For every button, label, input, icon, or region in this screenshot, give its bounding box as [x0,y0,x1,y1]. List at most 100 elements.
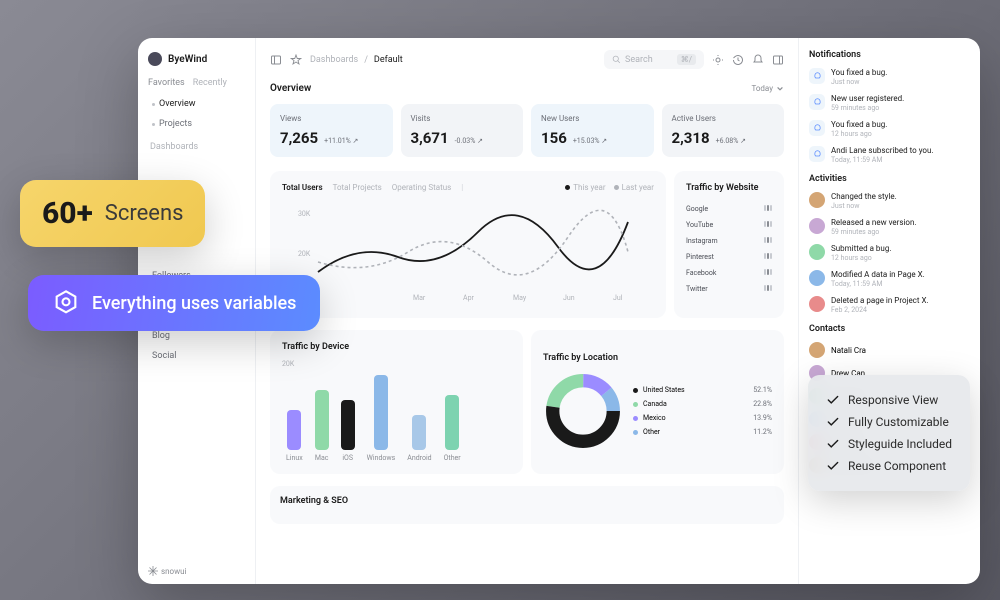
search-icon [612,55,621,64]
traffic-location-title: Traffic by Location [543,353,772,363]
screens-count: 60+ [42,196,93,231]
activity-avatar [809,218,825,234]
activity-item[interactable]: Changed the style.Just now [809,192,970,210]
location-row: Canada22.8% [633,397,772,411]
check-icon [826,437,840,451]
tab-operating-status[interactable]: Operating Status [392,183,451,192]
legend-last-year: Last year [614,183,654,192]
kpi-active-users[interactable]: Active Users2,318+6.08% ↗ [662,104,785,157]
footer-brand: snowui [148,566,186,576]
activities-title: Activities [809,174,970,184]
kpi-visits[interactable]: Visits3,671-0.03% ↗ [401,104,524,157]
variables-text: Everything uses variables [92,293,296,314]
hexagon-icon [52,289,80,317]
check-icon [826,393,840,407]
activity-item[interactable]: Released a new version.59 minutes ago [809,218,970,236]
traffic-row: Twitter [686,281,772,297]
traffic-row: Instagram [686,233,772,249]
svg-text:May: May [513,294,527,302]
total-users-chart: Total Users Total Projects Operating Sta… [270,171,666,318]
star-icon[interactable] [290,54,302,66]
sun-icon[interactable] [712,54,724,66]
notif-icon [809,146,825,162]
overview-header: Overview Today [270,83,784,94]
search-kbd: ⌘/ [677,54,696,65]
traffic-row: YouTube [686,217,772,233]
sidebar-section-dashboards: Dashboards [150,142,245,152]
kpi-new-users[interactable]: New Users156+15.03% ↗ [531,104,654,157]
device-bar: Windows [367,375,396,462]
activity-avatar [809,270,825,286]
tab-total-projects[interactable]: Total Projects [333,183,382,192]
activity-item[interactable]: Deleted a page in Project X.Feb 2, 2024 [809,296,970,314]
snowflake-icon [148,566,158,576]
traffic-row: Google [686,201,772,217]
chevron-down-icon [776,85,784,93]
activity-avatar [809,244,825,260]
sidebar-item-social[interactable]: Social [148,346,245,366]
right-panel: Notifications You fixed a bug.Just nowNe… [798,38,980,584]
notif-icon [809,68,825,84]
brand[interactable]: ByeWind [148,52,245,66]
feature-row: Reuse Component [826,455,952,477]
tab-recently[interactable]: Recently [193,78,227,88]
activity-avatar [809,192,825,208]
device-bar: Other [444,395,461,462]
svg-text:20K: 20K [298,250,311,258]
crumb-default[interactable]: Default [374,55,403,65]
device-bar: Linux [286,410,303,462]
traffic-device-card: Traffic by Device 20K LinuxMaciOSWindows… [270,330,523,474]
traffic-location-card: Traffic by Location United States52.1%Ca… [531,330,784,474]
kpi-views[interactable]: Views7,265+11.01% ↗ [270,104,393,157]
notification-item[interactable]: Andi Lane subscribed to you.Today, 11:59… [809,146,970,164]
notif-icon [809,120,825,136]
sidebar-item-projects[interactable]: Projects [148,114,245,134]
history-icon[interactable] [732,54,744,66]
line-chart: 30K 20K Mar Apr May Jun Jul [282,202,654,302]
device-bar: Android [407,415,431,462]
notif-icon [809,94,825,110]
legend-this-year: This year [565,183,605,192]
kpi-row: Views7,265+11.01% ↗ Visits3,671-0.03% ↗ … [270,104,784,157]
svg-text:Apr: Apr [463,294,474,302]
panel-right-icon[interactable] [772,54,784,66]
svg-text:Mar: Mar [413,294,426,302]
svg-text:Jun: Jun [563,294,575,302]
chart-tabs: Total Users Total Projects Operating Sta… [282,183,654,192]
traffic-row: Pinterest [686,249,772,265]
device-bar: Mac [315,390,329,462]
svg-text:30K: 30K [298,210,311,218]
contact-avatar [809,342,825,358]
date-filter[interactable]: Today [751,84,784,93]
notification-item[interactable]: New user registered.59 minutes ago [809,94,970,112]
contact-item[interactable]: Natali Cra [809,342,970,358]
breadcrumb: Dashboards / Default [310,55,403,65]
check-icon [826,459,840,473]
traffic-website-title: Traffic by Website [686,183,772,193]
sidebar-item-overview[interactable]: Overview [148,94,245,114]
traffic-row: Facebook [686,265,772,281]
notification-item[interactable]: You fixed a bug.Just now [809,68,970,86]
device-bar: iOS [341,400,355,462]
activity-avatar [809,296,825,312]
overlay-screens-badge: 60+ Screens [20,180,205,247]
location-row: Other11.2% [633,425,772,439]
activity-item[interactable]: Submitted a bug.12 hours ago [809,244,970,262]
sidebar-toggle-icon[interactable] [270,54,282,66]
sidebar-tabs: Favorites Recently [148,78,245,88]
overlay-features-card: Responsive ViewFully CustomizableStylegu… [808,375,970,491]
main: Dashboards / Default Search ⌘/ Overview … [256,38,798,584]
tab-favorites[interactable]: Favorites [148,78,185,88]
contacts-title: Contacts [809,324,970,334]
notification-item[interactable]: You fixed a bug.12 hours ago [809,120,970,138]
activity-item[interactable]: Modified A data in Page X.Today, 11:59 A… [809,270,970,288]
overlay-variables-badge: Everything uses variables [28,275,320,331]
bell-icon[interactable] [752,54,764,66]
svg-text:Jul: Jul [613,294,623,302]
search-input[interactable]: Search ⌘/ [604,50,704,69]
crumb-dashboards[interactable]: Dashboards [310,55,358,65]
feature-row: Styleguide Included [826,433,952,455]
traffic-website-card: Traffic by Website GoogleYouTubeInstagra… [674,171,784,318]
overview-title: Overview [270,83,311,94]
tab-total-users[interactable]: Total Users [282,183,323,192]
